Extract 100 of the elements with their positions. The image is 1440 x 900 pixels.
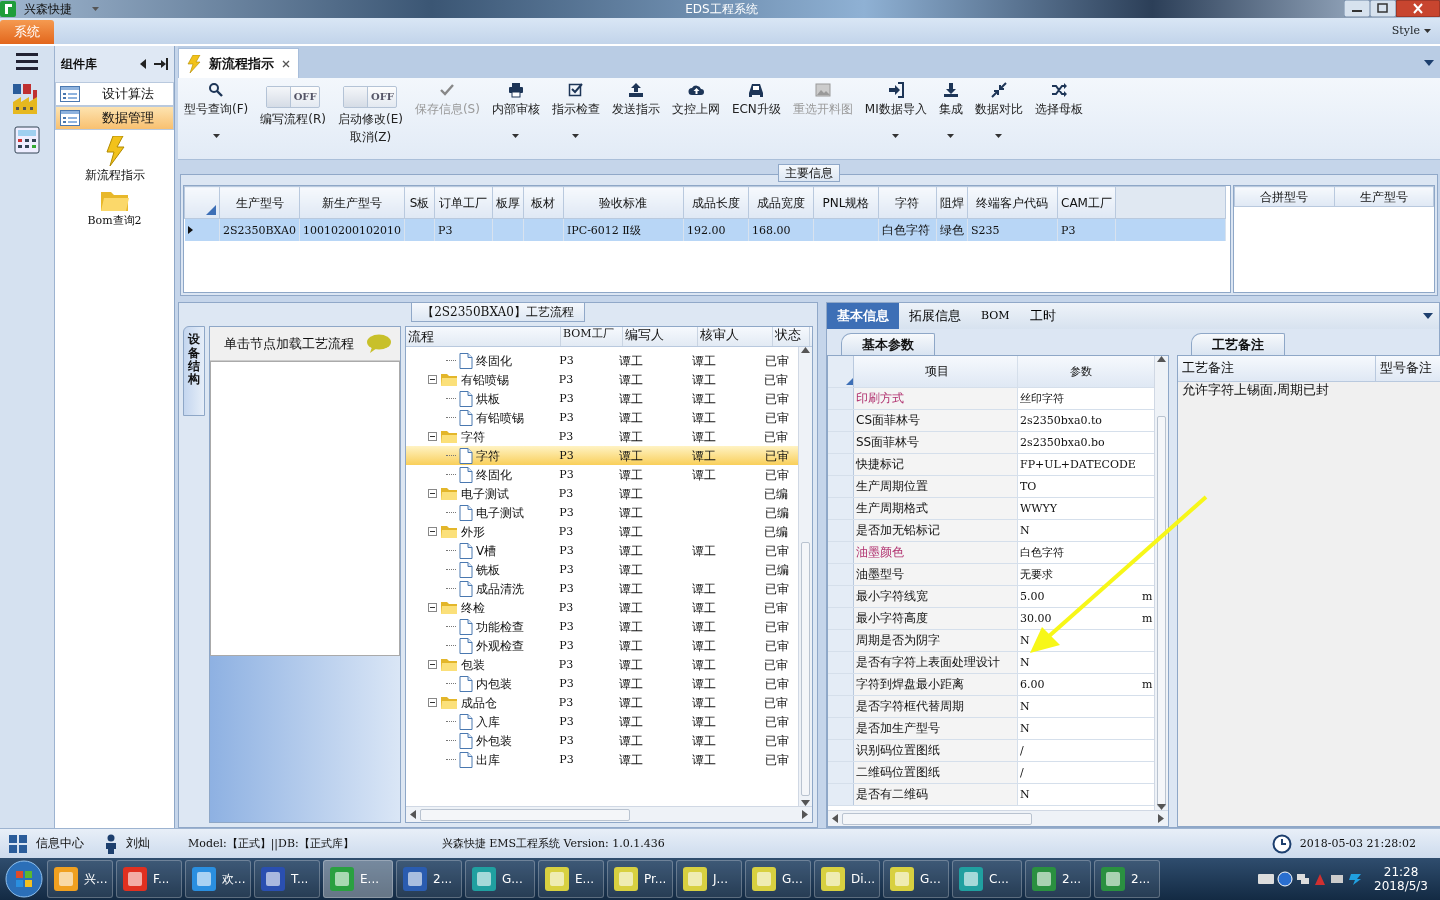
taskbar-button[interactable]: G... [465, 860, 535, 898]
tree-row[interactable]: V槽 P3 谭工 谭工 已审 [406, 541, 799, 561]
toolbar-button[interactable]: 内部审核 [487, 82, 544, 159]
tree-row[interactable]: 外观检查 P3 谭工 谭工 已审 [406, 636, 799, 656]
column-header[interactable]: 板材 [523, 186, 564, 219]
tree-row[interactable]: 终固化 P3 谭工 谭工 已审 [406, 465, 799, 485]
toolbar-button[interactable]: 数据对比 [970, 82, 1027, 159]
column-header[interactable]: 型号备注 [1376, 355, 1440, 381]
taskbar-button[interactable]: 2... [1094, 860, 1160, 898]
column-header[interactable]: 编写人 [623, 327, 698, 347]
sub-tab[interactable]: 基本参数 [841, 333, 935, 355]
taskbar-button[interactable]: 2... [1025, 860, 1091, 898]
column-header[interactable]: 验收标准 [563, 186, 684, 219]
taskbar-button[interactable]: 欢... [185, 860, 251, 898]
column-header[interactable]: 生产型号 [219, 186, 300, 219]
toolbar-button[interactable]: MI数据导入 [860, 82, 931, 159]
table-cell-text: N [1019, 632, 1031, 649]
taskbar-button[interactable]: J... [676, 860, 742, 898]
table-cell: 油墨颜色 [854, 541, 1018, 563]
node-label: 外包装 [476, 733, 512, 749]
column-header[interactable]: CAM工厂 [1057, 186, 1116, 219]
shortcut-label[interactable]: Bom查询2 [87, 214, 142, 228]
info-tab[interactable]: 工时 [1019, 303, 1066, 329]
column-header[interactable]: 核审人 [698, 327, 773, 347]
table-cell-text: m [1142, 676, 1154, 693]
column-header[interactable]: 板厚 [492, 186, 524, 219]
tree-row[interactable]: 电子测试 P3 谭工 已编 [406, 503, 799, 523]
tree-row[interactable]: 有铅喷锡 P3 谭工 谭工 已审 [406, 408, 799, 428]
toggle-switch[interactable]: OFF [343, 86, 398, 108]
table-cell-text: 已审 [763, 448, 790, 464]
tree-row[interactable]: 成品清洗 P3 谭工 谭工 已审 [406, 579, 799, 599]
taskbar-button[interactable]: E... [538, 860, 604, 898]
taskbar-button[interactable]: E... [323, 860, 393, 898]
column-header[interactable]: 项目 [854, 355, 1018, 387]
tree-row[interactable]: 成品仓 P3 谭工 谭工 已审 [406, 693, 799, 713]
toolbar-button[interactable]: 指示检查 [547, 82, 604, 159]
shortcut-label[interactable]: 新流程指示 [84, 168, 145, 183]
tree-row[interactable]: 功能检查 P3 谭工 谭工 已审 [406, 617, 799, 637]
tree-row[interactable]: 字符 P3 谭工 谭工 已审 [406, 446, 799, 466]
toolbar-button[interactable]: 文控上网 [667, 82, 724, 159]
column-header[interactable]: BOM工厂 [561, 327, 623, 347]
style-menu[interactable]: Style [1382, 21, 1440, 40]
toolbar-button[interactable]: ECN升级 [727, 82, 785, 159]
tree-row[interactable]: 出库 P3 谭工 谭工 已审 [406, 750, 799, 770]
taskbar-button[interactable]: 2... [396, 860, 462, 898]
column-header[interactable]: 状态 [773, 327, 810, 347]
tree-row[interactable]: 包装 P3 谭工 谭工 已审 [406, 655, 799, 675]
tree-row[interactable]: 终固化 P3 谭工 谭工 已审 [406, 351, 799, 371]
taskbar-button[interactable]: T... [254, 860, 320, 898]
toggle-switch[interactable]: OFF [266, 86, 321, 108]
table-cell-text: P3 [558, 639, 575, 653]
column-header[interactable]: S板 [404, 186, 435, 219]
taskbar-button[interactable]: Pr... [607, 860, 673, 898]
column-header[interactable]: 新生产型号 [299, 186, 405, 219]
info-tab[interactable]: 拓展信息 [899, 303, 971, 329]
panel-item[interactable]: 数据管理 [55, 106, 174, 130]
toolbar-button[interactable]: 选择母板 [1030, 82, 1087, 159]
taskbar-button[interactable]: C... [952, 860, 1022, 898]
document-tab[interactable]: 新流程指示 [178, 48, 299, 78]
toolbar-button[interactable]: 集成 [934, 82, 967, 159]
status-text: 兴森快捷 EMS工程系统 Version: 1.0.1.436 [441, 836, 665, 851]
column-header[interactable]: 参数 [1018, 355, 1142, 387]
info-tab[interactable]: BOM [971, 303, 1020, 329]
tree-row[interactable]: 入库 P3 谭工 谭工 已审 [406, 712, 799, 732]
status-text[interactable]: 信息中心 [36, 836, 84, 851]
tree-row[interactable]: 外包装 P3 谭工 谭工 已审 [406, 731, 799, 751]
column-header[interactable]: 工艺备注 [1178, 355, 1376, 381]
table-cell: 最小字符高度 [854, 607, 1018, 629]
tree-row[interactable]: 内包装 P3 谭工 谭工 已审 [406, 674, 799, 694]
column-header[interactable]: 流程 [406, 327, 561, 347]
toolbar-button[interactable]: 型号查询(F) [180, 82, 253, 159]
info-tab[interactable]: 基本信息 [827, 303, 899, 329]
table-cell-text: 谭工 [618, 486, 644, 502]
column-header[interactable]: 终端客户代码 [967, 186, 1058, 219]
column-header[interactable]: 阻焊 [936, 186, 968, 219]
column-header[interactable]: 成品长度 [683, 186, 749, 219]
taskbar-button[interactable]: G... [883, 860, 949, 898]
panel-item[interactable]: 设计算法 [55, 82, 174, 106]
column-header[interactable]: PNL规格 [813, 186, 879, 219]
taskbar-button[interactable]: Di... [814, 860, 880, 898]
tree-row[interactable]: 电子测试 P3 谭工 已编 [406, 484, 799, 504]
toolbar-button[interactable]: 发送指示 [607, 82, 664, 159]
table-cell-text: m [1142, 588, 1154, 605]
taskbar-button[interactable]: G... [745, 860, 811, 898]
table-cell-text: 谭工 [618, 676, 645, 692]
column-header[interactable]: 合拼型号 [1234, 186, 1334, 207]
tree-row[interactable]: 烘板 P3 谭工 谭工 已审 [406, 389, 799, 409]
side-tab[interactable]: 设备结构 [183, 326, 205, 417]
column-header[interactable]: 字符 [878, 186, 937, 219]
column-header[interactable]: 成品宽度 [748, 186, 814, 219]
tree-row[interactable]: 外形 P3 谭工 已编 [406, 522, 799, 542]
tree-row[interactable]: 铣板 P3 谭工 已编 [406, 560, 799, 580]
taskbar-button[interactable]: 兴... [47, 860, 113, 898]
column-header[interactable]: 订单工厂 [434, 186, 493, 219]
column-header[interactable]: 生产型号 [1334, 186, 1434, 207]
taskbar-button[interactable]: F... [116, 860, 182, 898]
tree-row[interactable]: 终检 P3 谭工 谭工 已审 [406, 598, 799, 618]
sub-tab[interactable]: 工艺备注 [1191, 333, 1285, 355]
tree-row[interactable]: 字符 P3 谭工 谭工 已审 [406, 427, 799, 447]
tree-row[interactable]: 有铅喷锡 P3 谭工 谭工 已审 [406, 370, 799, 390]
